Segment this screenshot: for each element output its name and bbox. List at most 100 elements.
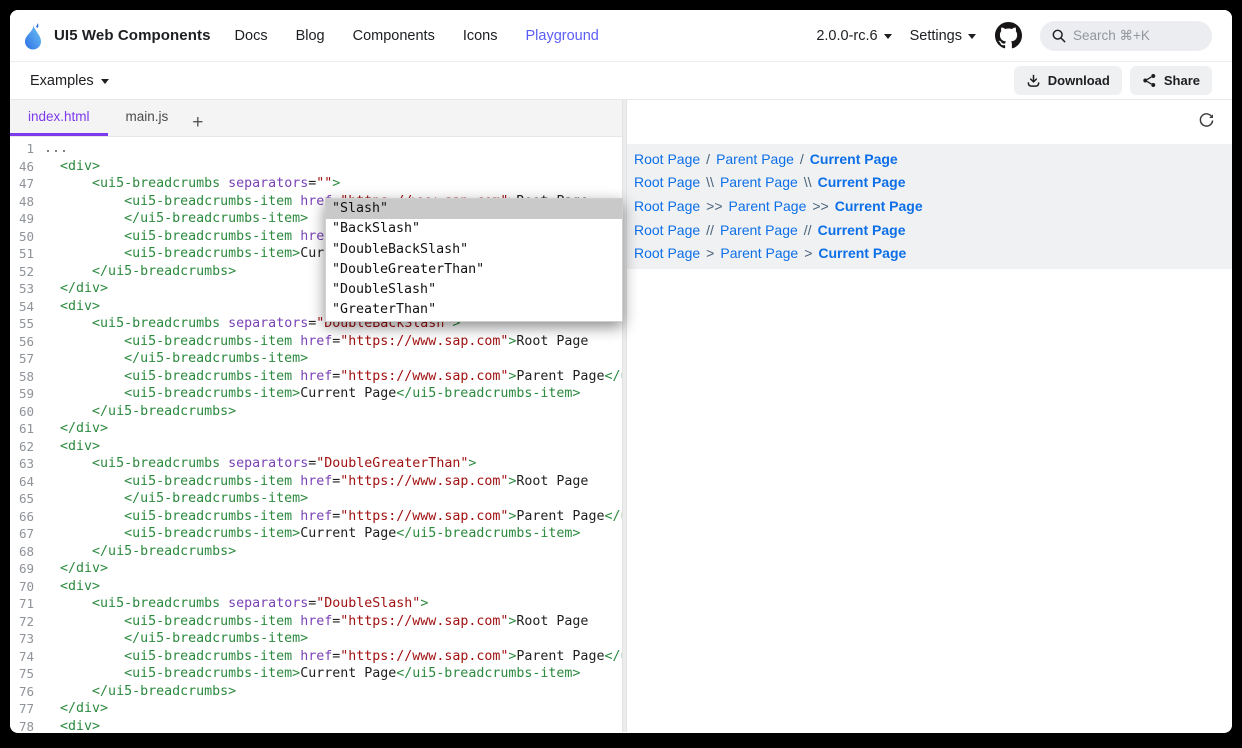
code-line[interactable]: 72 <ui5-breadcrumbs-item href="https://w… bbox=[10, 613, 622, 631]
editor-tabbar: index.html main.js + bbox=[10, 100, 622, 137]
search-input-container[interactable] bbox=[1040, 21, 1212, 51]
share-button[interactable]: Share bbox=[1130, 66, 1212, 95]
code-token: <ui5-breadcrumbs bbox=[92, 596, 220, 611]
new-tab-button[interactable]: + bbox=[186, 113, 213, 136]
code-token bbox=[292, 229, 300, 244]
breadcrumbs-example: Root Page>>Parent Page>>Current Page bbox=[627, 194, 1232, 218]
download-label: Download bbox=[1048, 73, 1110, 88]
github-link[interactable] bbox=[994, 22, 1022, 50]
code-text: <ui5-breadcrumbs-item>Current Page</ui5-… bbox=[44, 385, 622, 403]
code-line[interactable]: 76 </ui5-breadcrumbs> bbox=[10, 683, 622, 701]
autocomplete-option[interactable]: "DoubleGreaterThan" bbox=[326, 260, 622, 280]
autocomplete-option[interactable]: "DoubleSlash" bbox=[326, 280, 622, 300]
code-token: href bbox=[300, 369, 332, 384]
breadcrumb-link[interactable]: Root Page bbox=[634, 198, 700, 214]
breadcrumb-current[interactable]: Current Page bbox=[818, 222, 906, 238]
github-icon bbox=[995, 22, 1022, 49]
code-token bbox=[44, 229, 124, 244]
breadcrumb-link[interactable]: Parent Page bbox=[720, 245, 798, 261]
code-token bbox=[292, 334, 300, 349]
preview-pane: Root Page/Parent Page/Current PageRoot P… bbox=[627, 100, 1232, 732]
code-line[interactable]: 62 <div> bbox=[10, 438, 622, 456]
settings-dropdown[interactable]: Settings bbox=[910, 28, 976, 44]
code-line[interactable]: 58 <ui5-breadcrumbs-item href="https://w… bbox=[10, 368, 622, 386]
nav-link-blog[interactable]: Blog bbox=[296, 28, 325, 44]
code-token: <ui5-breadcrumbs-item bbox=[124, 369, 292, 384]
code-line[interactable]: 63 <ui5-breadcrumbs separators="DoubleGr… bbox=[10, 455, 622, 473]
breadcrumb-current[interactable]: Current Page bbox=[818, 245, 906, 261]
code-line[interactable]: 65 </ui5-breadcrumbs-item> bbox=[10, 490, 622, 508]
code-line[interactable]: 78 <div> bbox=[10, 718, 622, 733]
breadcrumb-link[interactable]: Root Page bbox=[634, 245, 700, 261]
code-token: > bbox=[332, 176, 340, 191]
code-line[interactable]: 66 <ui5-breadcrumbs-item href="https://w… bbox=[10, 508, 622, 526]
brand[interactable]: UI5 Web Components bbox=[20, 21, 211, 51]
refresh-button[interactable] bbox=[1196, 110, 1216, 130]
breadcrumb-link[interactable]: Parent Page bbox=[720, 174, 798, 190]
code-token bbox=[44, 614, 124, 629]
breadcrumb-link[interactable]: Root Page bbox=[634, 151, 700, 167]
code-line[interactable]: 56 <ui5-breadcrumbs-item href="https://w… bbox=[10, 333, 622, 351]
code-line[interactable]: 46 <div> bbox=[10, 158, 622, 176]
breadcrumb-link[interactable]: Parent Page bbox=[716, 151, 794, 167]
code-line[interactable]: 77 </div> bbox=[10, 700, 622, 718]
code-line[interactable]: 60 </ui5-breadcrumbs> bbox=[10, 403, 622, 421]
code-line[interactable]: 64 <ui5-breadcrumbs-item href="https://w… bbox=[10, 473, 622, 491]
code-token bbox=[44, 421, 60, 436]
search-input[interactable] bbox=[1073, 28, 1193, 43]
nav-link-components[interactable]: Components bbox=[353, 28, 435, 44]
code-line[interactable]: 68 </ui5-breadcrumbs> bbox=[10, 543, 622, 561]
code-line[interactable]: 71 <ui5-breadcrumbs separators="DoubleSl… bbox=[10, 595, 622, 613]
examples-dropdown[interactable]: Examples bbox=[30, 73, 109, 89]
autocomplete-option[interactable]: "DoubleBackSlash" bbox=[326, 240, 622, 260]
download-button[interactable]: Download bbox=[1014, 66, 1122, 95]
brand-title: UI5 Web Components bbox=[54, 27, 211, 44]
code-line[interactable]: 67 <ui5-breadcrumbs-item>Current Page</u… bbox=[10, 525, 622, 543]
code-line[interactable]: 74 <ui5-breadcrumbs-item href="https://w… bbox=[10, 648, 622, 666]
breadcrumb-link[interactable]: Parent Page bbox=[729, 198, 807, 214]
autocomplete-option[interactable]: "GreaterThan" bbox=[326, 300, 622, 320]
code-text: </div> bbox=[44, 420, 622, 438]
code-token: </ui5-breadcrumbs-item> bbox=[604, 369, 622, 384]
code-line[interactable]: 59 <ui5-breadcrumbs-item>Current Page</u… bbox=[10, 385, 622, 403]
chevron-down-icon bbox=[884, 34, 892, 39]
code-line[interactable]: 73 </ui5-breadcrumbs-item> bbox=[10, 630, 622, 648]
autocomplete-option[interactable]: "Slash" bbox=[326, 199, 622, 219]
breadcrumbs-result-block: Root Page/Parent Page/Current PageRoot P… bbox=[627, 144, 1232, 269]
code-token: <ui5-breadcrumbs bbox=[92, 456, 220, 471]
breadcrumb-separator: // bbox=[804, 222, 812, 238]
code-token: </ui5-breadcrumbs> bbox=[92, 684, 236, 699]
code-line[interactable]: 61 </div> bbox=[10, 420, 622, 438]
breadcrumb-current[interactable]: Current Page bbox=[818, 174, 906, 190]
code-line[interactable]: 70 <div> bbox=[10, 578, 622, 596]
breadcrumb-current[interactable]: Current Page bbox=[835, 198, 923, 214]
version-dropdown[interactable]: 2.0.0-rc.6 bbox=[816, 28, 891, 44]
code-token: </ui5-breadcrumbs-item> bbox=[124, 211, 308, 226]
breadcrumbs-example: Root Page/Parent Page/Current Page bbox=[627, 147, 1232, 171]
code-line[interactable]: 57 </ui5-breadcrumbs-item> bbox=[10, 350, 622, 368]
code-token: <ui5-breadcrumbs bbox=[92, 316, 220, 331]
code-token: </ui5-breadcrumbs-item> bbox=[124, 631, 308, 646]
line-number: 60 bbox=[10, 403, 44, 421]
breadcrumb-link[interactable]: Parent Page bbox=[720, 222, 798, 238]
code-token: <ui5-breadcrumbs-item> bbox=[124, 526, 300, 541]
autocomplete-option[interactable]: "BackSlash" bbox=[326, 219, 622, 239]
nav-link-playground[interactable]: Playground bbox=[526, 28, 599, 44]
code-text: <ui5-breadcrumbs-item>Current Page</ui5-… bbox=[44, 525, 622, 543]
tab-index-html[interactable]: index.html bbox=[10, 99, 108, 136]
code-token: <div> bbox=[60, 579, 100, 594]
code-token bbox=[44, 404, 92, 419]
nav-link-docs[interactable]: Docs bbox=[235, 28, 268, 44]
code-line[interactable]: 75 <ui5-breadcrumbs-item>Current Page</u… bbox=[10, 665, 622, 683]
code-line[interactable]: 1... bbox=[10, 140, 622, 158]
breadcrumb-link[interactable]: Root Page bbox=[634, 174, 700, 190]
breadcrumb-current[interactable]: Current Page bbox=[810, 151, 898, 167]
code-line[interactable]: 69 </div> bbox=[10, 560, 622, 578]
code-token: <ui5-breadcrumbs-item> bbox=[124, 246, 300, 261]
code-line[interactable]: 47 <ui5-breadcrumbs separators=""> bbox=[10, 175, 622, 193]
nav-link-icons[interactable]: Icons bbox=[463, 28, 498, 44]
code-text: </ui5-breadcrumbs> bbox=[44, 543, 622, 561]
breadcrumb-link[interactable]: Root Page bbox=[634, 222, 700, 238]
code-token bbox=[44, 719, 60, 733]
tab-main-js[interactable]: main.js bbox=[108, 99, 187, 136]
